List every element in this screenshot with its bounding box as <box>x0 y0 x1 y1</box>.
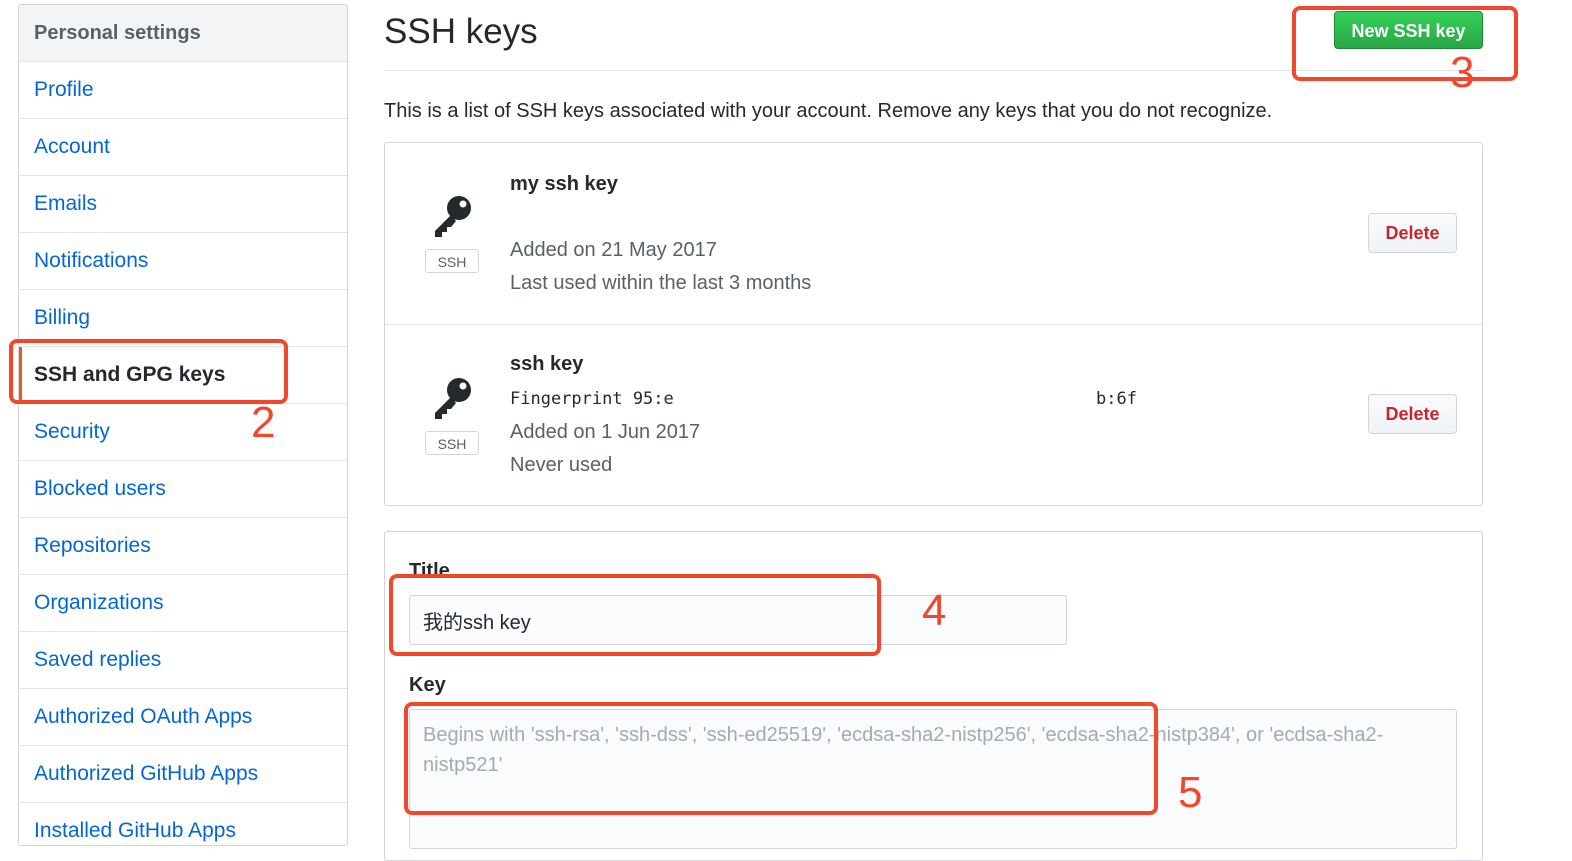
key-title: ssh key <box>510 353 584 375</box>
sidebar-item-saved-replies[interactable]: Saved replies <box>19 632 347 689</box>
sidebar-header: Personal settings <box>19 5 347 62</box>
annotation-number: 5 <box>1178 768 1203 817</box>
sidebar-item-account[interactable]: Account <box>19 119 347 176</box>
annotation-number: 2 <box>251 398 276 447</box>
key-title: my ssh key <box>510 173 618 195</box>
key-added-date: Added on 21 May 2017 <box>510 239 717 261</box>
intro-text: This is a list of SSH keys associated wi… <box>384 100 1273 122</box>
page-title: SSH keys <box>384 12 538 51</box>
sidebar-item-installed-github-apps[interactable]: Installed GitHub Apps <box>19 803 347 845</box>
delete-key-button[interactable]: Delete <box>1368 394 1457 434</box>
settings-sidebar: Personal settings Profile Account Emails… <box>18 4 348 846</box>
sidebar-item-security[interactable]: Security <box>19 404 347 461</box>
sidebar-item-authorized-oauth-apps[interactable]: Authorized OAuth Apps <box>19 689 347 746</box>
sidebar-item-notifications[interactable]: Notifications <box>19 233 347 290</box>
ssh-badge: SSH <box>425 431 479 455</box>
sidebar-item-authorized-github-apps[interactable]: Authorized GitHub Apps <box>19 746 347 803</box>
ssh-key-item: SSH ssh key Fingerprint 95:e b:6f Added … <box>385 324 1482 506</box>
key-icon <box>435 196 471 237</box>
ssh-badge: SSH <box>425 249 479 273</box>
key-added-date: Added on 1 Jun 2017 <box>510 421 701 443</box>
key-last-used: Last used within the last 3 months <box>510 272 812 294</box>
sidebar-item-emails[interactable]: Emails <box>19 176 347 233</box>
sidebar-item-profile[interactable]: Profile <box>19 62 347 119</box>
sidebar-item-organizations[interactable]: Organizations <box>19 575 347 632</box>
key-icon <box>435 378 471 419</box>
annotation-number: 4 <box>922 586 947 635</box>
annotation-box-new-key <box>1292 6 1518 81</box>
delete-key-button[interactable]: Delete <box>1368 213 1457 253</box>
annotation-number: 3 <box>1450 48 1475 97</box>
ssh-key-item: SSH my ssh key Added on 21 May 2017 Last… <box>385 143 1482 324</box>
annotation-box-sidebar <box>9 339 288 404</box>
key-fingerprint: Fingerprint 95:e <box>510 389 674 409</box>
key-label: Key <box>409 674 446 696</box>
key-last-used: Never used <box>510 454 613 476</box>
sidebar-item-repositories[interactable]: Repositories <box>19 518 347 575</box>
annotation-box-title <box>389 574 881 656</box>
annotation-box-key <box>404 702 1158 815</box>
ssh-key-list: SSH my ssh key Added on 21 May 2017 Last… <box>384 142 1483 506</box>
sidebar-item-blocked-users[interactable]: Blocked users <box>19 461 347 518</box>
key-fingerprint-tail: b:6f <box>1096 389 1137 409</box>
